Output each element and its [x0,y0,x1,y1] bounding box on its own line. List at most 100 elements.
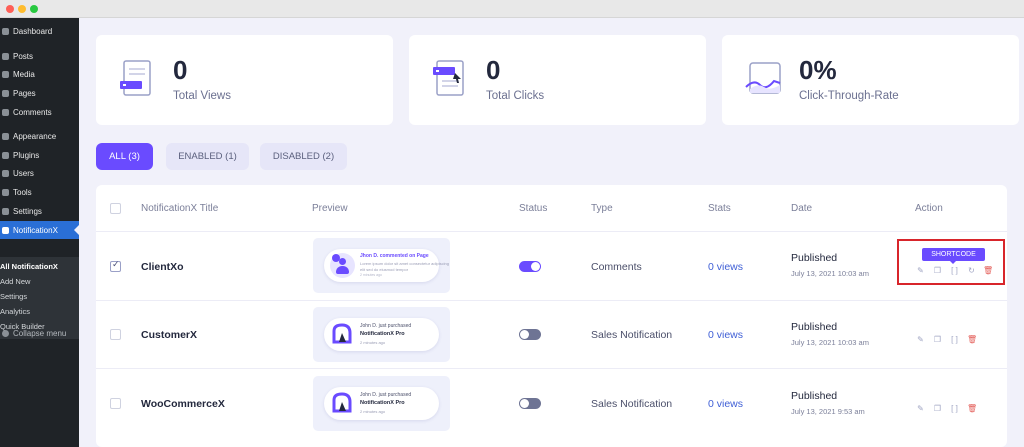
row-checkbox[interactable] [110,398,121,409]
total-views-value: 0 [173,55,188,85]
header-title[interactable]: NotificationX Title [141,203,218,214]
row-date: July 13, 2021 10:03 am [791,338,869,347]
submenu-settings[interactable]: Settings [0,292,27,301]
preview-popup: John D. just purchased NotificationX Pro… [324,318,439,351]
preview-line-3: 2 minutes ago [360,409,386,414]
edit-icon[interactable]: ✎ [916,335,925,344]
header-stats[interactable]: Stats [708,203,731,214]
submenu-analytics[interactable]: Analytics [0,307,30,316]
row-stats-link[interactable]: 0 views [708,329,743,341]
sidebar-item-pages[interactable]: Pages [0,84,79,102]
close-window-button[interactable] [6,5,14,13]
row-stats-link[interactable]: 0 views [708,398,743,410]
submenu-all-notificationx[interactable]: All NotificationX [0,262,58,271]
header-date[interactable]: Date [791,203,812,214]
tab-enabled[interactable]: ENABLED (1) [166,143,249,170]
row-stats-link[interactable]: 0 views [708,261,743,273]
shortcode-icon[interactable]: [ ] [950,404,959,413]
preview-line-2: NotificationX Pro [360,400,405,406]
preview-line-3: elit sed do eiusmod tempor [360,267,409,272]
notification-preview[interactable]: John D. just purchased NotificationX Pro… [313,376,450,431]
row-type: Comments [591,261,642,273]
row-title[interactable]: CustomerX [141,329,197,341]
row-date: July 13, 2021 10:03 am [791,269,869,278]
row-divider [96,368,1007,369]
ctr-value: 0% [799,55,837,85]
preview-popup: John D. just purchased NotificationX Pro… [324,387,439,420]
notification-preview[interactable]: John D. just purchased NotificationX Pro… [313,307,450,362]
status-toggle[interactable] [519,398,541,409]
total-clicks-value: 0 [486,55,501,85]
delete-icon[interactable]: 🗑 [967,404,977,413]
status-toggle[interactable] [519,329,541,340]
admin-sidebar: Dashboard Posts Media Pages Comments App… [0,18,79,447]
tools-icon [2,188,9,196]
sidebar-item-comments[interactable]: Comments [0,103,79,121]
dashboard-icon [2,27,9,35]
notificationx-logo-icon [332,392,352,413]
sidebar-item-media[interactable]: Media [0,65,79,83]
duplicate-icon[interactable]: ❐ [933,335,942,344]
preview-line-3: 2 minutes ago [360,340,386,345]
sidebar-item-plugins[interactable]: Plugins [0,146,79,164]
shortcode-icon[interactable]: [ ] [950,335,959,344]
delete-icon[interactable]: 🗑 [967,335,977,344]
main-content: 0 Total Views 0 Total Clicks 0% Click-Th… [79,18,1024,447]
row-title[interactable]: ClientXo [141,261,184,273]
preview-line-2: Lorem ipsum dolor sit amet consectetur a… [360,261,449,266]
stat-card-total-views: 0 Total Views [96,35,393,125]
row-checkbox[interactable] [110,329,121,340]
sidebar-item-appearance[interactable]: Appearance [0,127,79,145]
select-all-checkbox[interactable] [110,203,121,214]
row-date: July 13, 2021 9:53 am [791,407,865,416]
ctr-label: Click-Through-Rate [799,90,899,102]
sidebar-item-tools[interactable]: Tools [0,183,79,201]
notificationx-logo-icon [332,323,352,344]
pages-icon [2,89,9,97]
notifications-table [96,185,1007,447]
header-preview: Preview [312,203,348,214]
row-checkbox[interactable] [110,259,121,272]
status-toggle[interactable] [519,261,541,272]
sidebar-item-users[interactable]: Users [0,164,79,182]
row-divider [96,231,1007,232]
row-status: Published [791,321,838,333]
row-type: Sales Notification [591,329,673,341]
notification-preview[interactable]: Jhon D. commented on Page Lorem ipsum do… [313,238,450,293]
users-icon [2,169,9,177]
row-status: Published [791,252,838,264]
media-icon [2,70,9,78]
action-highlight-box [897,239,1005,285]
submenu-add-new[interactable]: Add New [0,277,30,286]
row-status: Published [791,390,838,402]
preview-popup: Jhon D. commented on Page Lorem ipsum do… [324,249,449,282]
window-titlebar [0,0,1024,18]
edit-icon[interactable]: ✎ [916,404,925,413]
sidebar-item-notificationx[interactable]: NotificationX [0,221,79,239]
sidebar-item-dashboard[interactable]: Dashboard [0,22,79,40]
collapse-menu-button[interactable]: Collapse menu [0,324,79,342]
minimize-window-button[interactable] [18,5,26,13]
sidebar-item-settings[interactable]: Settings [0,202,79,220]
tab-disabled[interactable]: DISABLED (2) [260,143,347,170]
appearance-icon [2,132,9,140]
ctr-chart-icon [745,62,781,94]
row-divider [96,300,1007,301]
settings-icon [2,207,9,215]
plugins-icon [2,151,9,159]
row-title[interactable]: WooCommerceX [141,398,225,410]
stat-card-total-clicks: 0 Total Clicks [409,35,706,125]
header-type[interactable]: Type [591,203,613,214]
preview-line-1: John D. just purchased [360,392,412,398]
maximize-window-button[interactable] [30,5,38,13]
tab-all[interactable]: ALL (3) [96,143,153,170]
preview-line-1: Jhon D. commented on Page [360,253,429,259]
sidebar-item-posts[interactable]: Posts [0,47,79,65]
duplicate-icon[interactable]: ❐ [933,404,942,413]
preview-line-4: 2 minutes ago [360,273,382,277]
pin-icon [2,52,9,60]
user-avatar-icon [330,253,355,278]
header-status: Status [519,203,548,214]
preview-line-1: John D. just purchased [360,323,412,329]
row-type: Sales Notification [591,398,673,410]
